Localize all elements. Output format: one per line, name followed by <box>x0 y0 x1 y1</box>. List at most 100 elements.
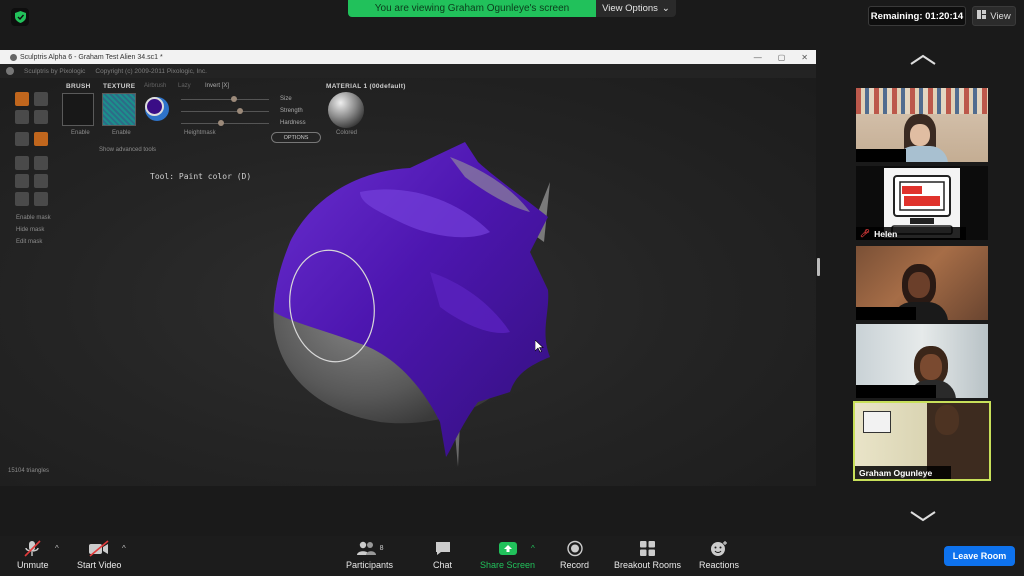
chat-bubble-icon <box>434 540 452 557</box>
participants-button[interactable]: 8 Participants <box>346 540 393 570</box>
heightmask-toggle[interactable]: Heightmask <box>184 130 216 136</box>
crease-tool-button[interactable] <box>15 110 29 124</box>
sculptris-logo-icon <box>6 67 14 75</box>
lazy-option[interactable]: Lazy <box>178 83 191 89</box>
invert-option[interactable]: Invert [X] <box>205 83 229 89</box>
participant-tile[interactable] <box>856 246 988 320</box>
app-copyright: Copyright (c) 2009-2011 Pixologic, Inc. <box>95 67 207 75</box>
strength-slider[interactable] <box>181 111 269 112</box>
poster-background <box>863 411 891 433</box>
participant-name-label: Graham Ogunleye <box>855 466 951 479</box>
strength-slider-knob[interactable] <box>237 108 243 114</box>
hardness-slider[interactable] <box>181 123 269 124</box>
breakout-rooms-label: Breakout Rooms <box>614 560 682 570</box>
maximize-icon[interactable]: ▢ <box>778 53 786 62</box>
smooth-tool-button[interactable] <box>34 156 48 170</box>
scale-tool-button[interactable] <box>34 174 48 188</box>
split-drag-handle[interactable] <box>817 258 820 276</box>
unmute-label: Unmute <box>17 560 49 570</box>
participant-name: Helen <box>874 228 898 239</box>
size-label: Size <box>280 96 292 102</box>
airbrush-option[interactable]: Airbrush <box>144 83 166 89</box>
audio-options-chevron-icon[interactable]: ^ <box>55 544 59 553</box>
active-speaker-tile[interactable]: Graham Ogunleye <box>853 401 991 481</box>
reactions-button[interactable]: Reactions <box>699 540 739 570</box>
draw-tool-button[interactable] <box>15 92 29 106</box>
chevron-up-icon[interactable] <box>908 53 938 67</box>
triangle-count: 15104 triangles <box>8 468 50 474</box>
view-options-dropdown[interactable]: View Options ⌄ <box>596 0 676 17</box>
enable-mask-option[interactable]: Enable mask <box>16 215 51 221</box>
share-screen-label: Share Screen <box>480 560 536 570</box>
inflate-tool-button[interactable] <box>34 110 48 124</box>
breakout-rooms-button[interactable]: Breakout Rooms <box>614 540 681 570</box>
paint-tool-button[interactable] <box>34 132 48 146</box>
sculpt-model[interactable] <box>260 122 560 467</box>
shield-icon[interactable] <box>11 8 29 26</box>
app-credit: Sculptris by Pixologic <box>24 67 86 75</box>
shared-screen[interactable]: Sculptris Alpha 6 - Graham Test Alien 34… <box>0 50 816 486</box>
record-label: Record <box>560 560 590 570</box>
hide-mask-option[interactable]: Hide mask <box>16 227 44 233</box>
hardness-slider-knob[interactable] <box>218 120 224 126</box>
window-controls: — ▢ ✕ <box>754 50 808 64</box>
view-options-label: View Options <box>602 3 658 14</box>
chat-button[interactable]: Chat <box>433 540 452 570</box>
view-button[interactable]: View <box>972 6 1016 26</box>
brush-enable-toggle[interactable]: Enable <box>71 130 90 136</box>
edit-mask-option[interactable]: Edit mask <box>16 239 42 245</box>
participant-tile[interactable] <box>856 324 988 398</box>
reduce-tool-button[interactable] <box>34 192 48 206</box>
unmute-button[interactable]: Unmute <box>17 540 49 570</box>
participants-label: Participants <box>346 560 394 570</box>
tool-status: Tool: Paint color (D) <box>150 172 252 181</box>
breakout-rooms-icon <box>639 540 656 557</box>
pinch-tool-button[interactable] <box>15 132 29 146</box>
participant-face <box>935 405 959 435</box>
participant-name-label <box>856 385 936 398</box>
muted-mic-icon: 🎤︎ <box>860 229 871 238</box>
participants-count: 8 <box>379 545 384 552</box>
sculpt-viewport[interactable]: Enable mask Hide mask Edit mask BRUSH TE… <box>0 78 816 486</box>
share-screen-button[interactable]: Share Screen <box>480 540 535 570</box>
rotate-tool-button[interactable] <box>15 174 29 188</box>
record-icon <box>566 540 584 557</box>
show-advanced-tools[interactable]: Show advanced tools <box>99 147 156 153</box>
participant-face <box>910 124 930 146</box>
texture-enable-toggle[interactable]: Enable <box>112 130 131 136</box>
grid-icon <box>977 10 987 22</box>
size-slider[interactable] <box>181 99 269 100</box>
share-options-chevron-icon[interactable]: ^ <box>531 544 535 553</box>
viewing-screen-banner: You are viewing Graham Ogunleye's screen <box>348 0 596 17</box>
reactions-label: Reactions <box>699 560 740 570</box>
close-icon[interactable]: ✕ <box>801 53 808 62</box>
sculptris-app-icon <box>10 53 17 61</box>
participant-face <box>920 354 942 380</box>
chat-label: Chat <box>433 560 453 570</box>
paint-color-swatch[interactable] <box>145 97 164 116</box>
start-video-label: Start Video <box>77 560 122 570</box>
bookshelf-background <box>856 88 988 114</box>
video-options-chevron-icon[interactable]: ^ <box>122 544 126 553</box>
texture-swatch[interactable] <box>102 93 136 126</box>
participant-name-label: 🎤︎ Helen <box>856 227 966 240</box>
record-button[interactable]: Record <box>560 540 589 570</box>
microphone-muted-icon <box>23 540 43 557</box>
chevron-down-icon[interactable] <box>908 509 938 523</box>
chevron-down-icon: ⌄ <box>661 3 670 14</box>
participant-tile[interactable]: 🎤︎ Helen <box>856 166 988 240</box>
material-header: MATERIAL 1 (00default) <box>326 83 406 90</box>
participant-name-label <box>856 307 916 320</box>
grab-tool-button[interactable] <box>15 156 29 170</box>
leave-room-button[interactable]: Leave Room <box>944 546 1015 566</box>
remaining-time: Remaining: 01:20:14 <box>868 6 966 26</box>
app-header: Sculptris by Pixologic Copyright (c) 200… <box>0 64 816 78</box>
mouse-cursor-icon <box>535 340 544 353</box>
minimize-icon[interactable]: — <box>754 53 762 62</box>
participant-tile[interactable] <box>856 88 988 162</box>
brush-swatch[interactable] <box>62 93 94 126</box>
mask-tool-button[interactable] <box>15 192 29 206</box>
flatten-tool-button[interactable] <box>34 92 48 106</box>
size-slider-knob[interactable] <box>231 96 237 102</box>
start-video-button[interactable]: Start Video <box>77 540 121 570</box>
